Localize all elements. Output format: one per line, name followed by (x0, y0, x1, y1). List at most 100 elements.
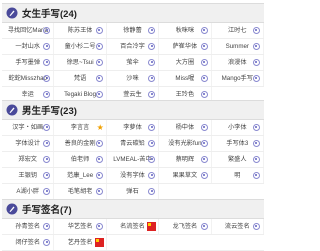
select-radio-icon[interactable] (252, 74, 260, 82)
font-item[interactable]: 寻找回忆Mariana (2, 23, 55, 38)
select-radio-icon[interactable] (95, 58, 103, 66)
select-radio-icon[interactable] (252, 42, 260, 50)
font-item[interactable]: 王银钥 (2, 168, 55, 183)
font-item[interactable]: 明 (212, 168, 264, 183)
select-radio-icon[interactable] (95, 26, 103, 34)
select-radio-icon[interactable] (43, 26, 51, 34)
font-item[interactable]: 萨崔华体 (159, 39, 212, 54)
select-radio-icon[interactable] (95, 155, 103, 163)
font-item[interactable]: 大方圈 (159, 55, 212, 70)
select-radio-icon[interactable] (95, 90, 103, 98)
font-item[interactable]: 徐思~Tsui (54, 55, 107, 70)
select-radio-icon[interactable] (200, 155, 208, 163)
select-radio-icon[interactable] (200, 171, 208, 179)
font-item[interactable]: 闭仔签名 (2, 235, 55, 250)
font-item[interactable]: 弹石 (107, 184, 160, 199)
font-item[interactable]: 李萝体 (107, 120, 160, 135)
font-item[interactable]: 名流签名 (107, 219, 160, 234)
select-radio-icon[interactable] (43, 238, 51, 246)
select-radio-icon[interactable] (200, 123, 208, 131)
select-radio-icon[interactable] (148, 123, 156, 131)
font-item[interactable]: 陈苏王体 (54, 23, 107, 38)
select-radio-icon[interactable] (148, 90, 156, 98)
font-item[interactable]: 萤伞 (107, 55, 160, 70)
select-radio-icon[interactable] (43, 171, 51, 179)
select-radio-icon[interactable] (43, 123, 51, 131)
select-radio-icon[interactable] (95, 222, 103, 230)
font-item[interactable]: 江时七 (212, 23, 264, 38)
select-radio-icon[interactable] (200, 90, 208, 98)
select-radio-icon[interactable] (148, 187, 156, 195)
select-radio-icon[interactable] (252, 222, 260, 230)
font-item[interactable]: 童小杉二号 (54, 39, 107, 54)
font-item[interactable]: 华艺签名 (54, 219, 107, 234)
select-radio-icon[interactable] (252, 58, 260, 66)
font-item[interactable]: 范康_Lee (54, 168, 107, 183)
font-item[interactable]: 没有字体 (107, 168, 160, 183)
select-radio-icon[interactable] (95, 74, 103, 82)
select-radio-icon[interactable] (252, 155, 260, 163)
select-radio-icon[interactable] (252, 171, 260, 179)
font-item[interactable]: Miss喔 (159, 71, 212, 86)
font-item[interactable]: 流云签名 (212, 219, 264, 234)
font-item[interactable]: 繁盛人 (212, 152, 264, 167)
select-radio-icon[interactable] (95, 42, 103, 50)
font-item[interactable]: 秋咪咪 (159, 23, 212, 38)
select-radio-icon[interactable] (43, 187, 51, 195)
font-item[interactable]: 浪漫体 (212, 55, 264, 70)
select-radio-icon[interactable] (148, 139, 156, 147)
select-radio-icon[interactable] (148, 26, 156, 34)
font-item[interactable]: 沙咪 (107, 71, 160, 86)
font-item[interactable]: 手写体3 (212, 136, 264, 151)
select-radio-icon[interactable] (43, 42, 51, 50)
select-radio-icon[interactable] (43, 90, 51, 98)
font-item[interactable]: 善良的金刚 (54, 136, 107, 151)
font-item[interactable]: 梵语 (54, 71, 107, 86)
font-item[interactable]: 孙青签名 (2, 219, 55, 234)
select-radio-icon[interactable] (252, 139, 260, 147)
font-item[interactable]: Mango手写 (212, 71, 264, 86)
select-radio-icon[interactable] (95, 187, 103, 195)
font-item[interactable]: 一封山水 (2, 39, 55, 54)
select-radio-icon[interactable] (43, 222, 51, 230)
font-item[interactable]: 汉字・如画 (2, 120, 55, 135)
font-item[interactable]: 徐静蕾 (107, 23, 160, 38)
select-radio-icon[interactable] (148, 74, 156, 82)
select-radio-icon[interactable] (200, 42, 208, 50)
font-item[interactable]: 蛇蛇Misszhao (2, 71, 55, 86)
font-item[interactable]: 李言言 ★ (54, 120, 107, 135)
font-item[interactable]: 青云碳铅 (107, 136, 160, 151)
select-radio-icon[interactable] (252, 26, 260, 34)
select-radio-icon[interactable] (200, 222, 208, 230)
font-item[interactable]: 小李体 (212, 120, 264, 135)
font-item[interactable]: 字体设计 (2, 136, 55, 151)
select-radio-icon[interactable] (43, 74, 51, 82)
select-radio-icon[interactable] (43, 155, 51, 163)
font-item[interactable]: 伯老师 (54, 152, 107, 167)
select-radio-icon[interactable] (148, 42, 156, 50)
font-item[interactable]: A湖小胖 (2, 184, 55, 199)
select-radio-icon[interactable] (148, 171, 156, 179)
font-item[interactable]: 龙飞签名 (159, 219, 212, 234)
select-radio-icon[interactable] (200, 26, 208, 34)
select-radio-icon[interactable] (95, 139, 103, 147)
select-radio-icon[interactable] (148, 58, 156, 66)
select-radio-icon[interactable] (148, 155, 156, 163)
select-radio-icon[interactable] (200, 58, 208, 66)
select-radio-icon[interactable] (95, 171, 103, 179)
select-radio-icon[interactable] (43, 139, 51, 147)
font-item[interactable]: 果果草文 (159, 168, 212, 183)
font-item[interactable]: 杨中体 (159, 120, 212, 135)
font-item[interactable]: 手写墨弹 (2, 55, 55, 70)
font-item[interactable]: 蔡明辉 (159, 152, 212, 167)
font-item[interactable]: 艺丹签名 (54, 235, 107, 250)
font-item[interactable]: 毛笔胡老 (54, 184, 107, 199)
font-item[interactable]: LVMEAL-苦中 (107, 152, 160, 167)
select-radio-icon[interactable] (43, 58, 51, 66)
font-item[interactable]: 没有光影fun (159, 136, 212, 151)
font-item[interactable]: 郑宏文 (2, 152, 55, 167)
select-radio-icon[interactable] (200, 74, 208, 82)
font-item[interactable]: 百合冷字 (107, 39, 160, 54)
select-radio-icon[interactable] (252, 123, 260, 131)
select-radio-icon[interactable] (200, 139, 208, 147)
